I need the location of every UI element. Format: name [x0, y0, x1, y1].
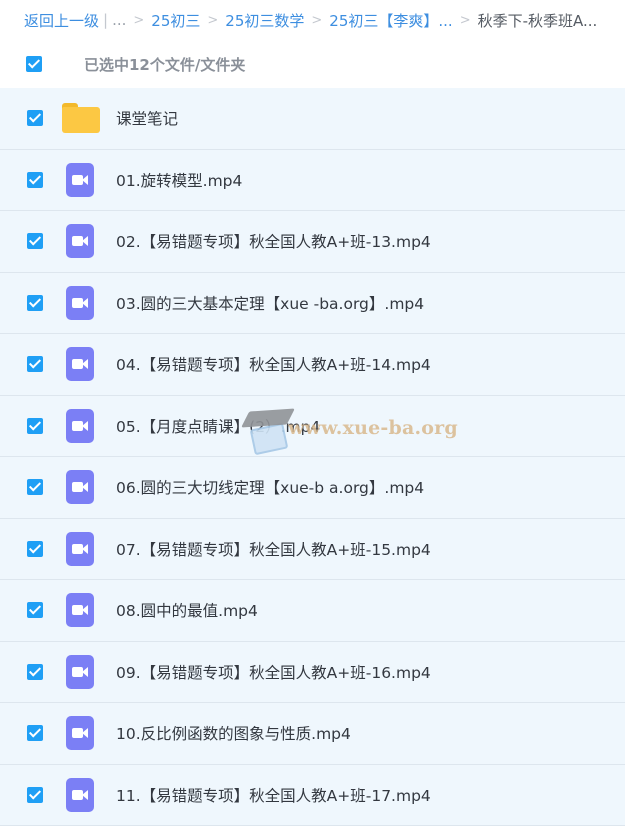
row-checkbox[interactable]: [27, 541, 43, 557]
video-icon: [66, 532, 94, 566]
row-checkbox[interactable]: [27, 110, 43, 126]
breadcrumb-current: 秋季下-秋季班A...: [478, 10, 598, 31]
row-checkbox[interactable]: [27, 418, 43, 434]
file-name[interactable]: 03.圆的三大基本定理【xue -ba.org】.mp4: [116, 292, 424, 314]
chevron-right-icon: >: [460, 13, 471, 28]
back-link[interactable]: 返回上一级: [24, 10, 99, 31]
folder-icon: [62, 103, 100, 133]
chevron-right-icon: >: [207, 13, 218, 28]
file-row[interactable]: 06.圆的三大切线定理【xue-b a.org】.mp4: [0, 457, 625, 519]
file-row[interactable]: 09.【易错题专项】秋全国人教A+班-16.mp4: [0, 642, 625, 704]
breadcrumb-ellipsis[interactable]: ...: [112, 11, 126, 29]
breadcrumb-divider: |: [103, 11, 108, 29]
file-name[interactable]: 08.圆中的最值.mp4: [116, 599, 258, 621]
row-checkbox[interactable]: [27, 602, 43, 618]
file-row[interactable]: 04.【易错题专项】秋全国人教A+班-14.mp4: [0, 334, 625, 396]
file-row[interactable]: 02.【易错题专项】秋全国人教A+班-13.mp4: [0, 211, 625, 273]
video-icon: [66, 655, 94, 689]
file-name[interactable]: 04.【易错题专项】秋全国人教A+班-14.mp4: [116, 353, 431, 375]
file-row[interactable]: 10.反比例函数的图象与性质.mp4: [0, 703, 625, 765]
file-name[interactable]: 02.【易错题专项】秋全国人教A+班-13.mp4: [116, 230, 431, 252]
breadcrumb-item[interactable]: 25初三: [151, 10, 200, 31]
row-checkbox[interactable]: [27, 664, 43, 680]
file-list: 课堂笔记 01.旋转模型.mp4 02.【易错题专项】秋全国人教A+班-13.mp4…: [0, 88, 625, 826]
file-row[interactable]: 01.旋转模型.mp4: [0, 150, 625, 212]
row-checkbox[interactable]: [27, 479, 43, 495]
breadcrumb: 返回上一级 | ... > 25初三 > 25初三数学 > 25初三【李爽】..…: [0, 0, 625, 40]
selection-bar: 已选中12个文件/文件夹: [0, 40, 625, 88]
chevron-right-icon: >: [133, 13, 144, 28]
row-checkbox[interactable]: [27, 356, 43, 372]
breadcrumb-item[interactable]: 25初三【李爽】...: [329, 10, 452, 31]
file-row[interactable]: 课堂笔记: [0, 88, 625, 150]
select-all-checkbox[interactable]: [26, 56, 42, 72]
video-icon: [66, 716, 94, 750]
file-row[interactable]: 05.【月度点睛课】(2）.mp4: [0, 396, 625, 458]
file-name[interactable]: 06.圆的三大切线定理【xue-b a.org】.mp4: [116, 476, 424, 498]
video-icon: [66, 224, 94, 258]
file-row[interactable]: 07.【易错题专项】秋全国人教A+班-15.mp4: [0, 519, 625, 581]
video-icon: [66, 470, 94, 504]
row-checkbox[interactable]: [27, 172, 43, 188]
video-icon: [66, 778, 94, 812]
file-name[interactable]: 07.【易错题专项】秋全国人教A+班-15.mp4: [116, 538, 431, 560]
file-name[interactable]: 09.【易错题专项】秋全国人教A+班-16.mp4: [116, 661, 431, 683]
row-checkbox[interactable]: [27, 725, 43, 741]
file-name[interactable]: 11.【易错题专项】秋全国人教A+班-17.mp4: [116, 784, 431, 806]
file-name[interactable]: 05.【月度点睛课】(2）.mp4: [116, 415, 320, 437]
file-name[interactable]: 01.旋转模型.mp4: [116, 169, 242, 191]
file-row[interactable]: 08.圆中的最值.mp4: [0, 580, 625, 642]
video-icon: [66, 593, 94, 627]
chevron-right-icon: >: [311, 13, 322, 28]
file-name[interactable]: 课堂笔记: [116, 107, 178, 129]
video-icon: [66, 409, 94, 443]
video-icon: [66, 347, 94, 381]
row-checkbox[interactable]: [27, 295, 43, 311]
selection-count: 已选中12个文件/文件夹: [84, 54, 245, 75]
file-name[interactable]: 10.反比例函数的图象与性质.mp4: [116, 722, 351, 744]
row-checkbox[interactable]: [27, 233, 43, 249]
breadcrumb-item[interactable]: 25初三数学: [225, 10, 304, 31]
video-icon: [66, 286, 94, 320]
video-icon: [66, 163, 94, 197]
file-row[interactable]: 03.圆的三大基本定理【xue -ba.org】.mp4: [0, 273, 625, 335]
file-row[interactable]: 11.【易错题专项】秋全国人教A+班-17.mp4: [0, 765, 625, 826]
row-checkbox[interactable]: [27, 787, 43, 803]
